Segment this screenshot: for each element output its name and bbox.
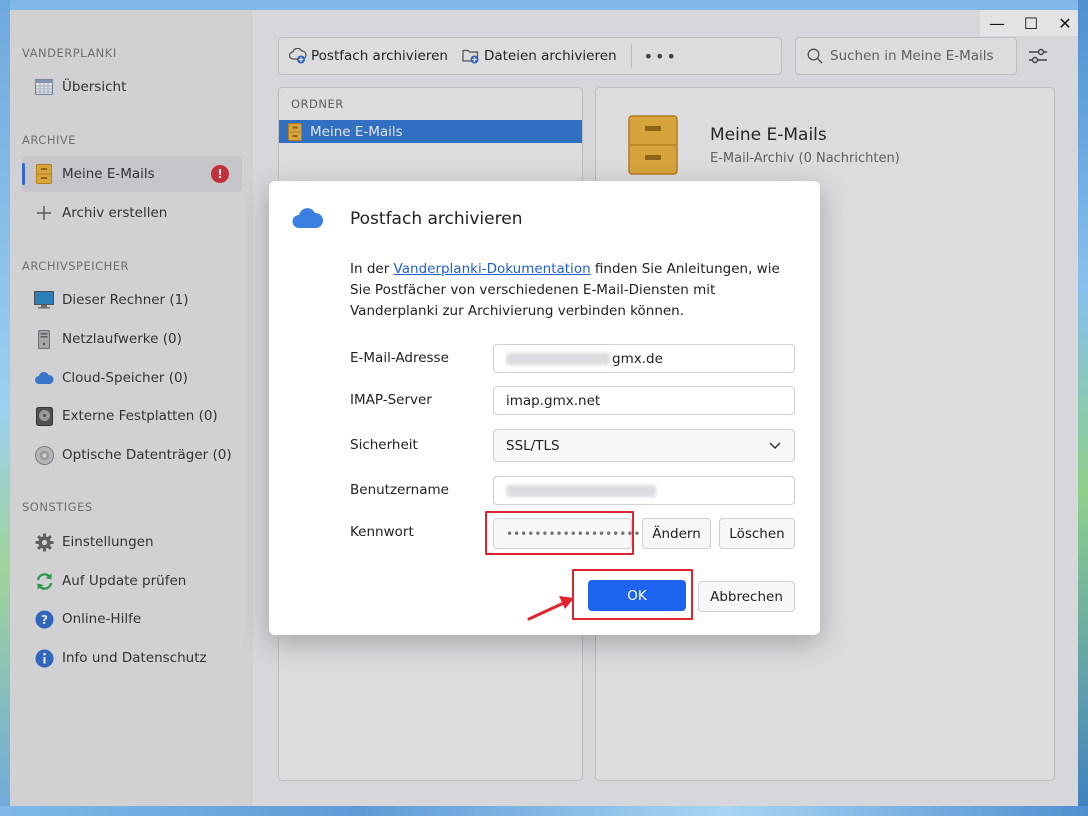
security-select[interactable]: SSL/TLS xyxy=(493,429,795,462)
change-password-button[interactable]: Ändern xyxy=(642,518,711,549)
app-window: VANDERPLANKI Übersicht ARCHIVE Meine E-M… xyxy=(10,10,1078,806)
username-label: Benutzername xyxy=(350,482,449,498)
password-label: Kennwort xyxy=(350,524,414,540)
description-text: In der xyxy=(350,261,394,277)
email-suffix: gmx.de xyxy=(612,350,663,367)
archive-mailbox-dialog: Postfach archivieren In der Vanderplanki… xyxy=(269,181,820,635)
documentation-link[interactable]: Vanderplanki-Dokumentation xyxy=(394,261,591,277)
dialog-description: In der Vanderplanki-Dokumentation finden… xyxy=(350,259,800,322)
desktop-background-bottom xyxy=(0,806,1088,816)
cloud-icon xyxy=(291,207,324,233)
imap-server-field[interactable]: imap.gmx.net xyxy=(493,386,795,415)
ok-button[interactable]: OK xyxy=(588,580,686,611)
email-label: E-Mail-Adresse xyxy=(350,350,449,366)
red-arrow-annotation xyxy=(527,596,574,621)
username-field[interactable] xyxy=(493,476,795,505)
delete-password-button[interactable]: Löschen xyxy=(719,518,795,549)
security-value: SSL/TLS xyxy=(506,437,560,454)
desktop-background-left xyxy=(0,0,10,816)
dialog-title: Postfach archivieren xyxy=(350,209,523,229)
cancel-button[interactable]: Abbrechen xyxy=(698,581,795,612)
redacted-text xyxy=(506,352,610,365)
redacted-text xyxy=(506,484,656,497)
security-label: Sicherheit xyxy=(350,437,418,453)
desktop-background-right xyxy=(1078,0,1088,816)
highlight-box-password xyxy=(485,511,634,555)
imap-label: IMAP-Server xyxy=(350,392,432,408)
imap-server-value: imap.gmx.net xyxy=(506,392,601,409)
chevron-down-icon xyxy=(768,436,782,458)
email-field[interactable]: gmx.de xyxy=(493,344,795,373)
